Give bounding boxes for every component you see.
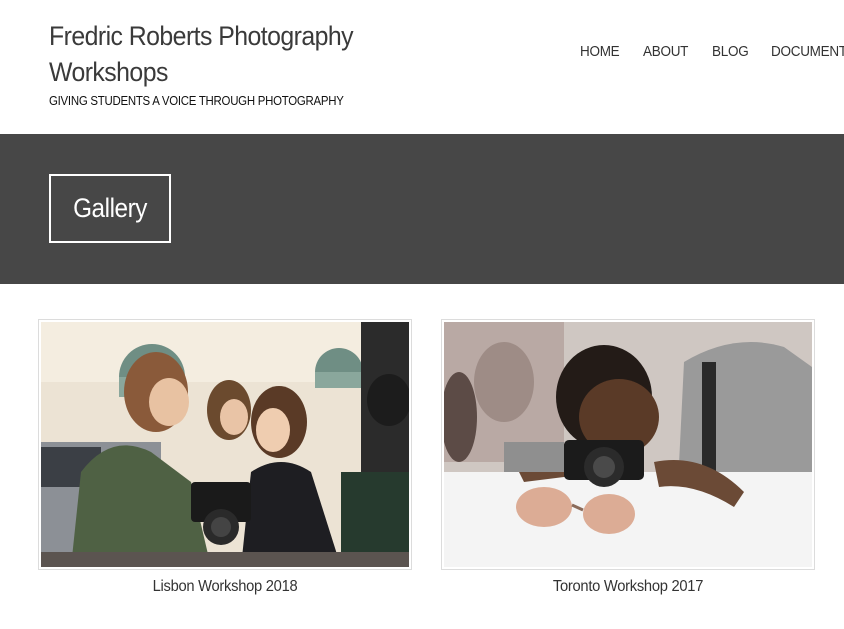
site-header: Fredric Roberts Photography Workshops GI…: [0, 0, 844, 134]
gallery-caption[interactable]: Toronto Workshop 2017: [456, 578, 800, 596]
page-banner: Gallery: [0, 134, 844, 284]
page-title-box: Gallery: [49, 174, 171, 243]
gallery-thumbnail-frame[interactable]: [441, 319, 815, 570]
main-nav: HOME ABOUT BLOG DOCUMENT: [580, 43, 844, 63]
site-title[interactable]: Fredric Roberts Photography Workshops: [49, 18, 380, 90]
nav-item-about[interactable]: ABOUT: [643, 43, 688, 60]
site-tagline: GIVING STUDENTS A VOICE THROUGH PHOTOGRA…: [49, 93, 344, 108]
gallery-item-lisbon[interactable]: Lisbon Workshop 2018: [38, 319, 412, 596]
nav-item-home[interactable]: HOME: [580, 43, 620, 60]
gallery-caption[interactable]: Lisbon Workshop 2018: [53, 578, 397, 596]
gallery-item-toronto[interactable]: Toronto Workshop 2017: [441, 319, 815, 596]
gallery-thumbnail-frame[interactable]: [38, 319, 412, 570]
nav-item-blog[interactable]: BLOG: [712, 43, 749, 60]
lisbon-workshop-photo[interactable]: [41, 322, 409, 567]
toronto-workshop-photo[interactable]: [444, 322, 812, 567]
page-title: Gallery: [73, 193, 147, 223]
nav-item-documentaries[interactable]: DOCUMENT: [771, 43, 844, 60]
gallery-grid: Lisbon Workshop 2018 Toronto Workshop 20…: [0, 284, 844, 629]
